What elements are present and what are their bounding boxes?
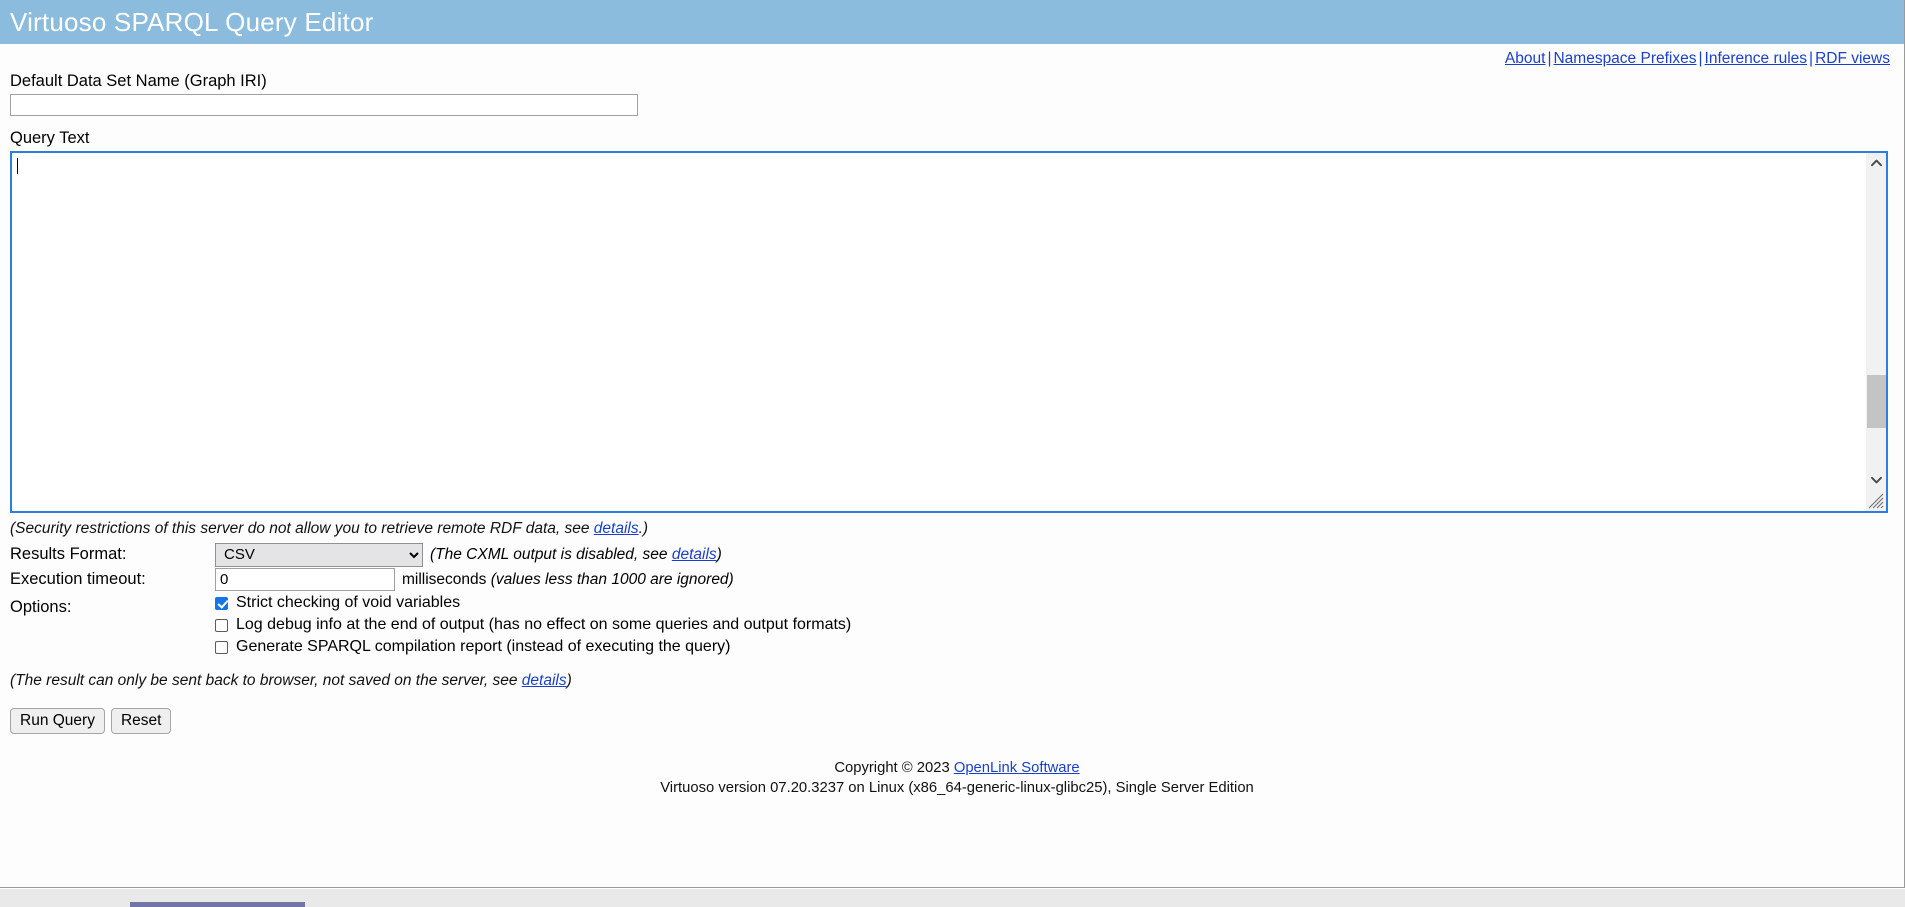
result-save-note: (The result can only be sent back to bro… bbox=[10, 672, 1904, 690]
security-note-prefix: (Security restrictions of this server do… bbox=[10, 520, 594, 537]
result-note-prefix: (The result can only be sent back to bro… bbox=[10, 672, 522, 689]
results-format-cell: CSV (The CXML output is disabled, see de… bbox=[215, 542, 851, 567]
result-note-details-link[interactable]: details bbox=[522, 672, 567, 689]
security-note-details-link[interactable]: details bbox=[594, 520, 639, 537]
checkbox-log-debug[interactable] bbox=[215, 618, 228, 632]
nav-link-namespace-prefixes[interactable]: Namespace Prefixes bbox=[1553, 50, 1696, 67]
security-restrictions-note: (Security restrictions of this server do… bbox=[10, 520, 1904, 538]
option-strict-checking-label: Strict checking of void variables bbox=[236, 594, 461, 611]
checkbox-strict-checking[interactable] bbox=[215, 596, 228, 610]
query-textarea[interactable] bbox=[10, 151, 1888, 513]
footer-copyright-prefix: Copyright © 2023 bbox=[834, 760, 954, 776]
execution-timeout-row: Execution timeout: milliseconds (values … bbox=[10, 567, 851, 592]
cxml-note-prefix: (The CXML output is disabled, see bbox=[430, 545, 672, 563]
form-buttons: Run Query Reset bbox=[10, 708, 1904, 734]
footer-copyright-line: Copyright © 2023 OpenLink Software bbox=[10, 758, 1904, 778]
results-format-label: Results Format: bbox=[10, 545, 127, 563]
execution-timeout-label: Execution timeout: bbox=[10, 570, 146, 588]
option-log-debug-label: Log debug info at the end of output (has… bbox=[236, 616, 852, 633]
execution-timeout-cell: milliseconds (values less than 1000 are … bbox=[215, 567, 851, 592]
page-title: Virtuoso SPARQL Query Editor bbox=[10, 7, 374, 37]
nav-separator-2: | bbox=[1698, 50, 1703, 67]
query-text-label: Query Text bbox=[10, 129, 90, 147]
execution-timeout-hint: (values less than 1000 are ignored) bbox=[490, 570, 734, 588]
offscreen-content-sliver bbox=[130, 902, 305, 907]
page-container: Virtuoso SPARQL Query Editor About | Names… bbox=[0, 0, 1905, 888]
results-format-select[interactable]: CSV bbox=[215, 542, 423, 567]
result-note-suffix: ) bbox=[566, 672, 572, 689]
execution-timeout-input[interactable] bbox=[215, 568, 395, 591]
cxml-note-suffix: ) bbox=[716, 545, 722, 563]
text-caret bbox=[17, 158, 18, 174]
options-label: Options: bbox=[10, 598, 72, 616]
footer: Copyright © 2023 OpenLink Software Virtu… bbox=[10, 758, 1904, 798]
nav-link-about[interactable]: About bbox=[1505, 50, 1546, 67]
graph-iri-input[interactable] bbox=[10, 94, 638, 116]
chevron-down-icon[interactable] bbox=[1866, 470, 1886, 489]
below-page-area bbox=[0, 889, 1905, 907]
options-checkbox-cell: Strict checking of void variables Log de… bbox=[215, 592, 851, 658]
option-compilation-report-label: Generate SPARQL compilation report (inst… bbox=[236, 638, 731, 655]
query-form: Default Data Set Name (Graph IRI) Query … bbox=[0, 71, 1904, 798]
run-query-button[interactable]: Run Query bbox=[10, 708, 105, 734]
options-table: Results Format: CSV (The CXML output is … bbox=[10, 542, 851, 658]
security-note-suffix: .) bbox=[638, 520, 649, 537]
top-nav-links: About | Namespace Prefixes | Inference rules… bbox=[0, 44, 1904, 67]
app-banner: Virtuoso SPARQL Query Editor bbox=[0, 0, 1904, 44]
resize-grip-icon[interactable] bbox=[1866, 491, 1885, 510]
scrollbar-thumb[interactable] bbox=[1867, 375, 1886, 428]
checkbox-compilation-report[interactable] bbox=[215, 640, 228, 654]
reset-button[interactable]: Reset bbox=[110, 708, 172, 734]
option-log-debug[interactable]: Log debug info at the end of output (has… bbox=[215, 614, 851, 636]
nav-link-inference-rules[interactable]: Inference rules bbox=[1705, 50, 1808, 67]
cxml-note: (The CXML output is disabled, see detail… bbox=[423, 546, 722, 564]
query-scrollbar[interactable] bbox=[1865, 153, 1886, 511]
results-format-row: Results Format: CSV (The CXML output is … bbox=[10, 542, 851, 567]
nav-link-rdf-views[interactable]: RDF views bbox=[1815, 50, 1890, 67]
option-compilation-report[interactable]: Generate SPARQL compilation report (inst… bbox=[215, 636, 851, 658]
execution-timeout-unit: milliseconds bbox=[402, 570, 487, 588]
footer-version-line: Virtuoso version 07.20.3237 on Linux (x8… bbox=[660, 780, 1254, 796]
chevron-up-icon[interactable] bbox=[1866, 153, 1886, 172]
footer-openlink-link[interactable]: OpenLink Software bbox=[954, 760, 1080, 776]
nav-separator-3: | bbox=[1809, 50, 1814, 67]
option-strict-checking[interactable]: Strict checking of void variables bbox=[215, 592, 851, 614]
cxml-note-details-link[interactable]: details bbox=[672, 546, 717, 563]
query-textarea-content[interactable] bbox=[12, 153, 1869, 511]
options-row: Options: Strict checking of void variabl… bbox=[10, 592, 851, 658]
execution-timeout-note: milliseconds (values less than 1000 are … bbox=[395, 571, 734, 589]
graph-iri-label: Default Data Set Name (Graph IRI) bbox=[10, 72, 267, 90]
